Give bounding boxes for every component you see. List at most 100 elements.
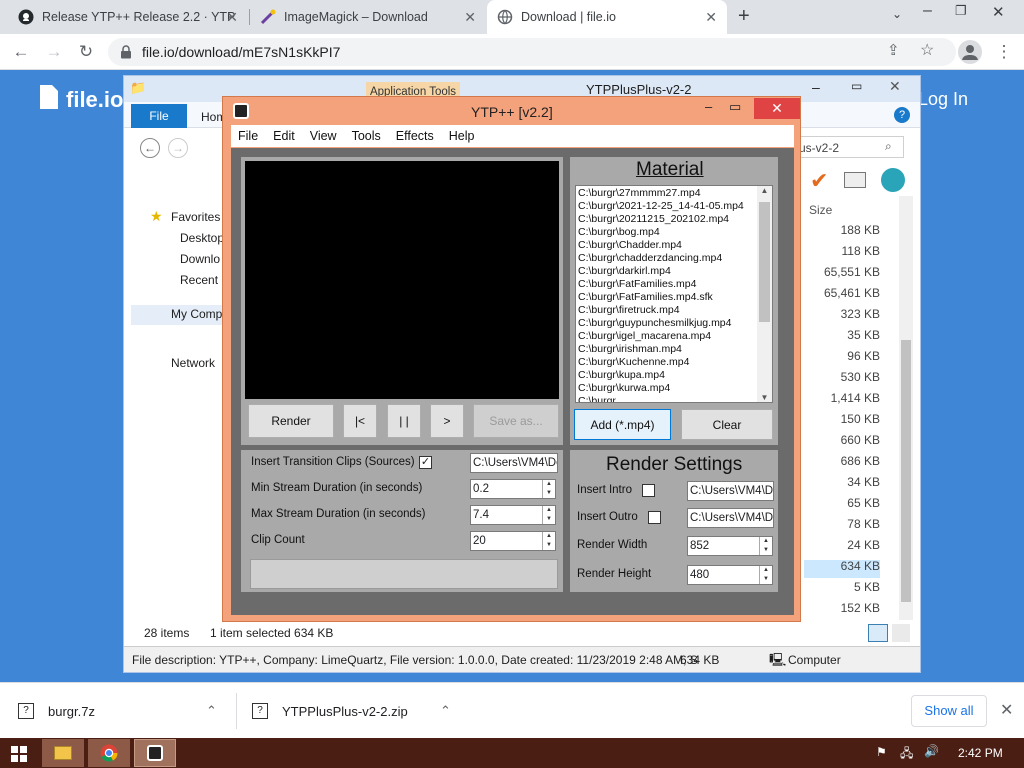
spin-arrows-icon[interactable]: ▲ ▼ <box>759 537 772 555</box>
render-height-input[interactable]: 480 ▲ ▼ <box>687 565 773 585</box>
file-size-cell[interactable]: 152 KB <box>841 601 880 615</box>
material-list-item[interactable]: C:\burgr\guypunchesmilkjug.mp4 <box>576 317 772 330</box>
new-tab-button[interactable]: + <box>738 5 750 28</box>
outro-path-input[interactable]: C:\Users\VM4\Do <box>687 508 774 528</box>
back-icon[interactable]: ← <box>7 34 35 70</box>
clip-count-input[interactable]: 20 ▲ ▼ <box>470 531 556 551</box>
material-list-item[interactable]: C:\burgr\kurwa.mp4 <box>576 382 772 395</box>
close-icon[interactable]: ✕ <box>226 9 238 26</box>
clear-button[interactable]: Clear <box>681 409 773 440</box>
min-duration-input[interactable]: 0.2 ▲ ▼ <box>470 479 556 499</box>
forward-icon[interactable]: → <box>40 34 68 70</box>
help-icon[interactable]: ? <box>894 107 910 123</box>
save-as-button[interactable]: Save as... <box>473 404 559 438</box>
play-button[interactable]: > <box>430 404 464 438</box>
close-icon[interactable]: ✕ <box>464 9 476 26</box>
address-bar[interactable]: file.io/download/mE7sN1sKkPI7 ⇪ ☆ <box>108 38 956 66</box>
file-size-cell[interactable]: 96 KB <box>847 349 880 363</box>
tab-search-icon[interactable]: ⌄ <box>892 7 902 21</box>
file-size-cell[interactable]: 24 KB <box>847 538 880 552</box>
menu-view[interactable]: View <box>310 129 337 143</box>
nav-network[interactable]: Network <box>171 356 215 370</box>
site-brand[interactable]: file.io <box>66 87 123 113</box>
nav-downloads[interactable]: Downlo <box>180 252 220 266</box>
taskbar-explorer[interactable] <box>42 739 84 767</box>
minimize-icon[interactable]: – <box>705 99 712 114</box>
check-icon[interactable]: ✔ <box>810 168 828 194</box>
file-size-cell[interactable]: 34 KB <box>847 475 880 489</box>
pause-button[interactable]: | | <box>387 404 421 438</box>
menu-effects[interactable]: Effects <box>396 129 434 143</box>
scroll-thumb[interactable] <box>901 340 911 602</box>
star-icon[interactable]: ☆ <box>920 40 934 60</box>
file-size-cell[interactable]: 660 KB <box>841 433 880 447</box>
flag-icon[interactable]: ⚑ <box>876 745 887 759</box>
material-list-item[interactable]: C:\burgr\firetruck.mp4 <box>576 304 772 317</box>
intro-path-input[interactable]: C:\Users\VM4\Do <box>687 481 774 501</box>
download-item-ytpplusplus[interactable]: ? YTPPlusPlus-v2-2.zip ⌃ <box>252 683 462 739</box>
material-list-item[interactable]: C:\burgr\20211215_202102.mp4 <box>576 213 772 226</box>
taskbar-chrome[interactable] <box>88 739 130 767</box>
login-link[interactable]: Log In <box>918 89 968 110</box>
file-size-cell[interactable]: 188 KB <box>841 223 880 237</box>
file-size-cell[interactable]: 65,461 KB <box>824 286 880 300</box>
nav-my-computer[interactable]: My Comp <box>131 305 231 325</box>
material-list-item[interactable]: C:\burgr <box>576 395 772 402</box>
material-list-item[interactable]: C:\burgr\darkirl.mp4 <box>576 265 772 278</box>
maximize-icon[interactable]: ▭ <box>851 79 862 93</box>
close-icon[interactable]: ✕ <box>705 9 717 26</box>
file-size-cell[interactable]: 65,551 KB <box>824 265 880 279</box>
file-size-cell[interactable]: 65 KB <box>847 496 880 510</box>
nav-favorites[interactable]: Favorites <box>171 210 220 224</box>
file-size-cell[interactable]: 686 KB <box>841 454 880 468</box>
share-icon[interactable]: ⇪ <box>887 41 900 59</box>
spin-arrows-icon[interactable]: ▲ ▼ <box>542 480 555 498</box>
material-list-item[interactable]: C:\burgr\bog.mp4 <box>576 226 772 239</box>
reload-icon[interactable]: ↻ <box>72 34 100 70</box>
material-list-item[interactable]: C:\burgr\chadderzdancing.mp4 <box>576 252 772 265</box>
file-tab[interactable]: File <box>131 104 187 128</box>
preview-pane-icon[interactable] <box>844 172 866 188</box>
close-icon[interactable]: ✕ <box>1000 700 1013 720</box>
render-width-input[interactable]: 852 ▲ ▼ <box>687 536 773 556</box>
file-size-cell[interactable]: 530 KB <box>841 370 880 384</box>
list-scrollbar[interactable]: ▲ ▼ <box>757 186 772 402</box>
file-size-cell[interactable]: 78 KB <box>847 517 880 531</box>
add-mp4-button[interactable]: Add (*.mp4) <box>574 409 671 440</box>
max-duration-input[interactable]: 7.4 ▲ ▼ <box>470 505 556 525</box>
large-icons-view-icon[interactable] <box>892 624 910 642</box>
volume-icon[interactable]: 🔊 <box>924 744 939 758</box>
details-view-icon[interactable] <box>868 624 888 642</box>
menu-edit[interactable]: Edit <box>273 129 295 143</box>
network-icon[interactable]: 🖧 <box>900 744 913 765</box>
file-size-cell[interactable]: 634 KB <box>841 559 880 573</box>
explorer-scrollbar[interactable] <box>899 196 913 620</box>
file-size-cell[interactable]: 35 KB <box>847 328 880 342</box>
clock[interactable]: 2:42 PM <box>958 746 1003 760</box>
skip-start-button[interactable]: |< <box>343 404 377 438</box>
spin-arrows-icon[interactable]: ▲ ▼ <box>542 506 555 524</box>
material-list-item[interactable]: C:\burgr\FatFamilies.mp4.sfk <box>576 291 772 304</box>
material-list-item[interactable]: C:\burgr\Kuchenne.mp4 <box>576 356 772 369</box>
close-window-icon[interactable]: ✕ <box>992 3 1005 21</box>
file-size-cell[interactable]: 5 KB <box>854 580 880 594</box>
menu-file[interactable]: File <box>238 129 258 143</box>
material-list-item[interactable]: C:\burgr\igel_macarena.mp4 <box>576 330 772 343</box>
forward-icon[interactable]: → <box>168 138 188 158</box>
spin-arrows-icon[interactable]: ▲ ▼ <box>542 532 555 550</box>
scroll-thumb[interactable] <box>759 202 770 322</box>
file-size-cell[interactable]: 1,414 KB <box>831 391 880 405</box>
show-all-button[interactable]: Show all <box>911 695 987 727</box>
globe-icon[interactable] <box>881 168 905 192</box>
close-icon[interactable]: ✕ <box>889 78 901 95</box>
chevron-up-icon[interactable]: ⌃ <box>440 703 451 719</box>
transition-checkbox[interactable]: ✓ <box>419 456 432 469</box>
minimize-icon[interactable]: – <box>923 2 932 20</box>
taskbar-ytp[interactable] <box>134 739 176 767</box>
insert-outro-checkbox[interactable] <box>648 511 661 524</box>
search-box[interactable]: us-v2-2 ⌕ <box>794 136 904 158</box>
download-item-burgr[interactable]: ? burgr.7z ⌃ <box>18 683 228 739</box>
file-size-cell[interactable]: 150 KB <box>841 412 880 426</box>
render-button[interactable]: Render <box>248 404 334 438</box>
minimize-icon[interactable]: – <box>812 79 820 95</box>
